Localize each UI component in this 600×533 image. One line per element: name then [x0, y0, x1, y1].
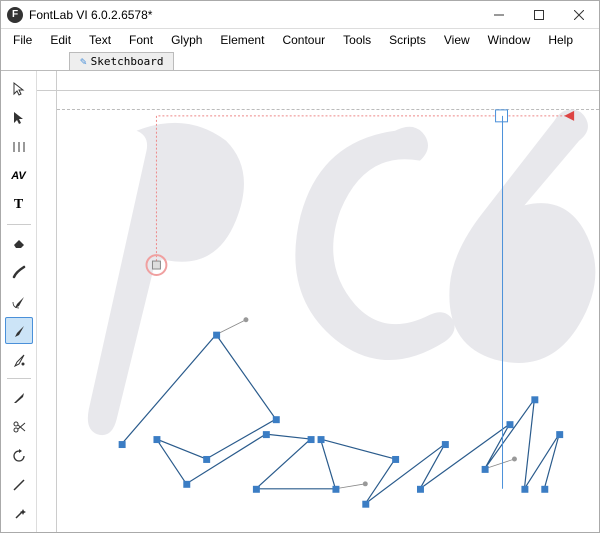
tab-label: Sketchboard: [91, 55, 164, 68]
app-icon: F: [7, 7, 23, 23]
tool-pen-curve[interactable]: [5, 288, 33, 315]
tool-eraser[interactable]: [5, 230, 33, 257]
titlebar: F FontLab VI 6.0.2.6578*: [1, 1, 599, 29]
menu-font[interactable]: Font: [121, 31, 161, 49]
tool-magic-wand[interactable]: [5, 501, 33, 528]
menubar: File Edit Text Font Glyph Element Contou…: [1, 29, 599, 51]
menu-contour[interactable]: Contour: [274, 31, 333, 49]
ruler-vertical[interactable]: [37, 91, 57, 532]
tool-line[interactable]: [5, 472, 33, 499]
tool-scissors[interactable]: [5, 414, 33, 441]
menu-text[interactable]: Text: [81, 31, 119, 49]
tool-pen-draw[interactable]: [5, 346, 33, 373]
window-title: FontLab VI 6.0.2.6578*: [29, 8, 479, 22]
tab-sketchboard[interactable]: ✎ Sketchboard: [69, 52, 174, 70]
tabbar: ✎ Sketchboard: [1, 51, 599, 71]
maximize-button[interactable]: [519, 1, 559, 29]
tool-brush[interactable]: [5, 259, 33, 286]
tool-rotate[interactable]: [5, 443, 33, 470]
tool-separator: [7, 378, 31, 379]
menu-view[interactable]: View: [436, 31, 478, 49]
menu-help[interactable]: Help: [540, 31, 581, 49]
canvas[interactable]: [57, 91, 599, 532]
sketchboard-icon: ✎: [80, 55, 87, 68]
menu-scripts[interactable]: Scripts: [381, 31, 434, 49]
tool-metrics-h[interactable]: [5, 133, 33, 160]
tool-arrow-solid[interactable]: [5, 104, 33, 131]
tool-arrow-outline[interactable]: [5, 75, 33, 102]
menu-glyph[interactable]: Glyph: [163, 31, 210, 49]
menu-file[interactable]: File: [5, 31, 40, 49]
minimize-button[interactable]: [479, 1, 519, 29]
editing-overlay: [57, 91, 599, 532]
menu-element[interactable]: Element: [212, 31, 272, 49]
tool-knife[interactable]: [5, 384, 33, 411]
ruler-corner: [37, 71, 57, 91]
tool-separator: [7, 224, 31, 225]
tool-palette: AV T: [1, 71, 37, 532]
tool-text[interactable]: T: [5, 192, 33, 219]
close-button[interactable]: [559, 1, 599, 29]
tool-metrics-av[interactable]: AV: [5, 162, 33, 189]
window-controls: [479, 1, 599, 29]
main-area: AV T: [1, 71, 599, 532]
tool-pen-rapid[interactable]: [5, 317, 33, 344]
ruler-horizontal[interactable]: [57, 71, 599, 91]
menu-edit[interactable]: Edit: [42, 31, 79, 49]
menu-window[interactable]: Window: [480, 31, 539, 49]
menu-tools[interactable]: Tools: [335, 31, 379, 49]
canvas-container: [37, 71, 599, 532]
